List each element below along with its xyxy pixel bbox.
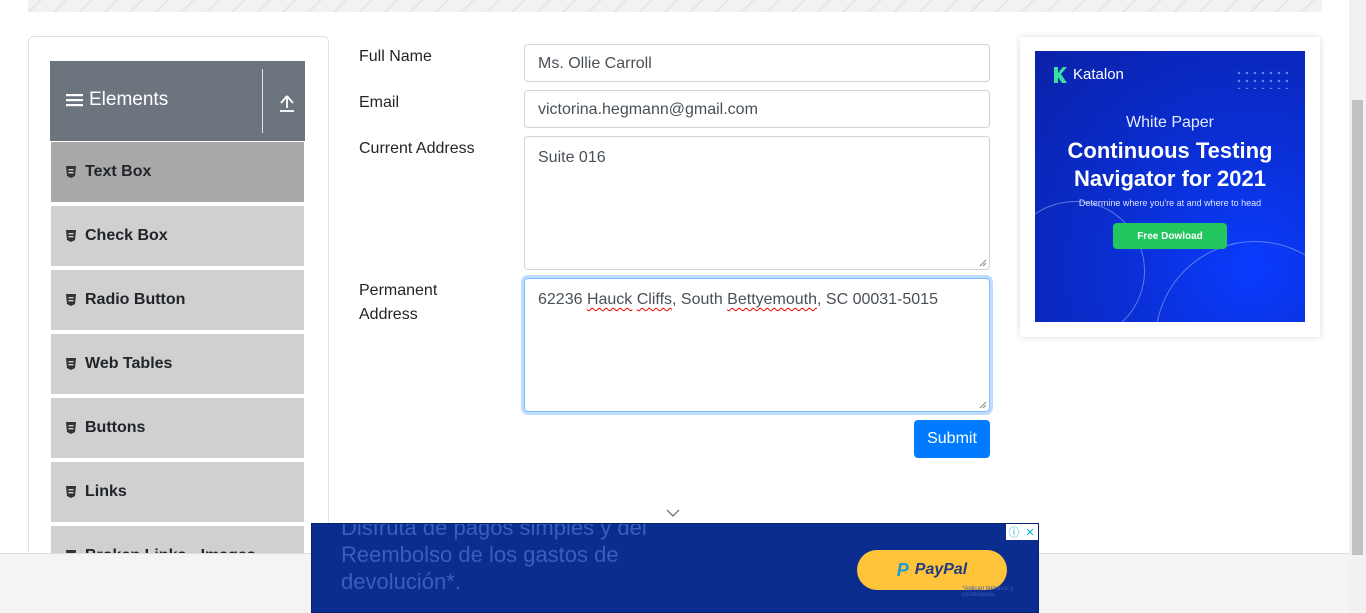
ad-controls: ⓘ ✕ [1006, 524, 1038, 540]
banner-ad-line2: Reembolso de los gastos de [341, 542, 619, 567]
permanent-address-label-line1: Permanent [359, 282, 438, 299]
resize-handle-icon[interactable] [979, 401, 987, 409]
html5-icon [66, 486, 76, 498]
sidebar-item-label: Links [85, 483, 127, 500]
header-divider [262, 69, 263, 133]
submit-button[interactable]: Submit [914, 420, 990, 458]
banner-ad-line3: devolución*. [341, 569, 461, 594]
ad-headline: Continuous Testing Navigator for 2021 [1035, 137, 1305, 193]
ad-close-icon[interactable]: ✕ [1022, 524, 1038, 540]
html5-icon [66, 422, 76, 434]
group-title-label: Elements [89, 89, 169, 110]
header-banner-strip [28, 0, 1322, 12]
sidebar-item-text-box[interactable]: Text Box [50, 141, 305, 203]
current-address-value: Suite 016 [538, 149, 606, 166]
ad-download-button[interactable]: Free Dowload [1113, 223, 1227, 249]
permanent-address-value: 62236 Hauck Cliffs, South Bettyemouth, S… [538, 291, 938, 308]
katalon-ad[interactable]: Katalon White Paper Continuous Testing N… [1035, 51, 1305, 322]
email-input[interactable]: victorina.hegmann@gmail.com [524, 90, 990, 128]
resize-handle-icon[interactable] [979, 259, 987, 267]
html5-icon [66, 230, 76, 242]
ad-subtitle: Determine where you're at and where to h… [1078, 198, 1262, 208]
ad-headline-line1: Continuous Testing [1067, 138, 1273, 163]
banner-ad-text: Disfruta de pagos simples y del Reembols… [341, 523, 647, 595]
sidebar-item-label: Radio Button [85, 291, 186, 308]
paypal-button[interactable]: P PayPal [857, 550, 1007, 590]
sidebar-item-web-tables[interactable]: Web Tables [50, 333, 305, 395]
ad-kicker: White Paper [1125, 114, 1215, 131]
sidebar-item-label: Text Box [85, 163, 152, 180]
permanent-address-label: Permanent Address [359, 279, 437, 327]
full-name-label: Full Name [359, 48, 432, 65]
email-label: Email [359, 94, 400, 111]
hamburger-icon [66, 94, 83, 107]
katalon-k-icon [1054, 66, 1067, 83]
full-name-value: Ms. Ollie Carroll [538, 55, 652, 72]
banner-fine-print: *Aplican términos y condiciones. [962, 586, 1014, 598]
ad-info-icon[interactable]: ⓘ [1006, 524, 1022, 540]
sidebar-item-label: Web Tables [85, 355, 173, 372]
permanent-address-label-line2: Address [359, 306, 418, 323]
current-address-label: Current Address [359, 140, 475, 157]
ad-decor-circle [1035, 201, 1145, 322]
ad-brand-label: Katalon [1073, 66, 1124, 83]
elements-group-header[interactable]: Elements [50, 61, 305, 141]
katalon-logo: Katalon [1053, 66, 1124, 83]
sidebar-item-buttons[interactable]: Buttons [50, 397, 305, 459]
sidebar-item-label: Buttons [85, 419, 146, 436]
ad-headline-line2: Navigator for 2021 [1074, 166, 1266, 191]
permanent-address-textarea[interactable]: 62236 Hauck Cliffs, South Bettyemouth, S… [524, 278, 990, 412]
paypal-p-icon: P [896, 559, 909, 580]
banner-ad-line1: Disfruta de pagos simples y del [341, 523, 647, 540]
sidebar-item-check-box[interactable]: Check Box [50, 205, 305, 267]
paypal-banner-ad[interactable]: Disfruta de pagos simples y del Reembols… [311, 523, 1039, 613]
html5-icon [66, 358, 76, 370]
chevron-down-icon [666, 509, 680, 517]
full-name-input[interactable]: Ms. Ollie Carroll [524, 44, 990, 82]
ad-decor-circle [1155, 241, 1305, 322]
current-address-textarea[interactable]: Suite 016 [524, 136, 990, 270]
paypal-label: PayPal [914, 561, 968, 578]
page-scrollbar[interactable] [1349, 0, 1366, 613]
scrollbar-thumb[interactable] [1352, 100, 1363, 555]
html5-icon [66, 166, 76, 178]
group-title: Elements [66, 89, 168, 111]
ad-decor-dots [1235, 69, 1291, 89]
email-value: victorina.hegmann@gmail.com [538, 101, 758, 118]
sidebar-item-radio-button[interactable]: Radio Button [50, 269, 305, 331]
collapse-arrow-icon[interactable] [278, 93, 296, 113]
sidebar-item-links[interactable]: Links [50, 461, 305, 523]
html5-icon [66, 294, 76, 306]
sidebar-item-label: Check Box [85, 227, 168, 244]
